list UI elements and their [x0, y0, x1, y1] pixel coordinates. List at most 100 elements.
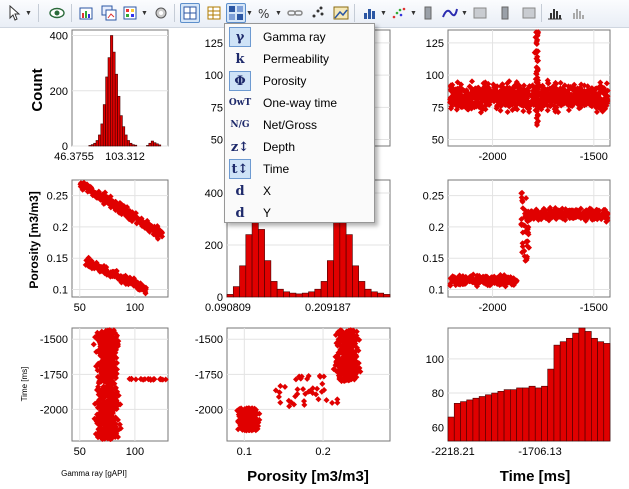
menu-item-gamma-ray[interactable]: γ Gamma ray [227, 26, 373, 48]
add-plot-icon[interactable] [77, 3, 97, 23]
histogram-bar [95, 140, 99, 147]
histogram-bar [295, 293, 303, 298]
menu-item-label: One-way time [263, 96, 338, 110]
gamma-histogram[interactable]: 020040046.3755 103.312 [50, 29, 169, 163]
time-histogram[interactable]: 60 80 100 -2218.21 -1706.13 [426, 327, 611, 458]
percent-axis-icon[interactable]: % [254, 3, 274, 23]
histogram-bar [528, 385, 536, 442]
histogram-bar [553, 344, 561, 442]
histogram-icon[interactable] [545, 3, 565, 23]
histogram-bar [547, 368, 555, 442]
cursor-select-icon[interactable] [4, 3, 24, 23]
histogram-bar [516, 387, 524, 442]
count-axis-title: Count [29, 68, 46, 111]
copy-plot-icon[interactable] [99, 3, 119, 23]
histogram-bar [572, 332, 580, 442]
histogram-bar [453, 403, 461, 442]
histogram-bar [497, 391, 505, 442]
rectangle-icon[interactable] [470, 3, 490, 23]
chevron-down-icon[interactable]: ▼ [141, 10, 148, 17]
menu-item-x[interactable]: dX [227, 180, 373, 202]
histogram-bar [491, 392, 499, 442]
chevron-down-icon[interactable]: ▼ [275, 10, 282, 17]
histogram-bar [383, 294, 391, 298]
chevron-down-icon[interactable]: ▼ [25, 10, 32, 17]
tick-label: 75 [211, 102, 223, 114]
porosity-bottom-axis-title: Porosity [m3/m3] [247, 468, 369, 485]
chevron-down-icon[interactable]: ▼ [246, 10, 253, 17]
tick-label: -2218.21 [431, 446, 474, 458]
histogram-bar [102, 104, 106, 147]
curve-icon[interactable] [440, 3, 460, 23]
svg-text:%: % [258, 7, 269, 21]
histogram-icon-2[interactable] [568, 3, 588, 23]
histogram-bar [276, 288, 284, 298]
tick-label: 0.25 [47, 191, 68, 203]
histogram-bar [245, 234, 253, 298]
histogram-bar [522, 387, 530, 442]
menu-item-permeability[interactable]: k Permeability [227, 48, 373, 70]
histogram-bar [100, 123, 104, 147]
histogram-bar [503, 389, 511, 442]
bar-icon[interactable] [418, 3, 438, 23]
tick-label: 100 [426, 354, 444, 366]
histogram-bar [466, 399, 474, 442]
histogram-bar [485, 394, 492, 442]
histogram-bar [345, 234, 353, 298]
tick-label: -2000 [40, 404, 68, 416]
histogram-bar [93, 142, 97, 147]
tick-label: -1500 [580, 302, 608, 314]
time-vs-gamma-top[interactable]: 50 75 100 125 -2000 -1500 [426, 29, 611, 163]
menu-item-label: Net/Gross [263, 118, 318, 132]
eye-icon[interactable] [47, 3, 67, 23]
histogram-bar [122, 126, 126, 147]
histogram-bar [270, 281, 278, 298]
histogram-bar [377, 292, 385, 298]
histogram-bar [370, 291, 378, 298]
histogram-settings-icon[interactable] [360, 3, 380, 23]
tick-label: 46.3755 [54, 151, 94, 163]
menu-item-time[interactable]: t↕ Time [227, 158, 373, 180]
tick-label: 100 [126, 446, 144, 458]
color-settings-icon[interactable] [120, 3, 140, 23]
menu-item-net-gross[interactable]: N/G Net/Gross [227, 114, 373, 136]
table-icon[interactable] [204, 3, 224, 23]
histogram-bar [472, 397, 480, 442]
property-dropdown-menu[interactable]: γ Gamma ray k Permeability Φ Porosity OwT One-w… [224, 23, 375, 223]
tick-label: -2000 [195, 404, 223, 416]
histogram-bar [603, 343, 611, 442]
menu-item-depth[interactable]: z↕ Depth [227, 136, 373, 158]
tick-label: 125 [426, 38, 444, 50]
histogram-bar [591, 337, 598, 442]
grid-layout-icon[interactable] [180, 3, 200, 23]
scatter-settings-icon[interactable] [389, 3, 409, 23]
time-vs-porosity[interactable]: -1500 -1750 -2000 0.1 0.2 [195, 327, 391, 458]
tick-label: 200 [50, 86, 68, 98]
menu-item-one-way-time[interactable]: OwT One-way time [227, 92, 373, 114]
link-icon[interactable] [285, 3, 305, 23]
histogram-bar [107, 57, 111, 147]
time-vs-gamma[interactable]: -1500 -1750 -2000 50 100 [40, 327, 169, 458]
points-icon[interactable] [308, 3, 328, 23]
settings-icon[interactable] [151, 3, 171, 23]
histogram-bar [129, 142, 133, 147]
histogram-bar [597, 341, 605, 442]
image-icon[interactable] [331, 3, 351, 23]
menu-item-y[interactable]: dY [227, 202, 373, 224]
histogram-bar [314, 288, 322, 298]
histogram-bar [559, 341, 567, 442]
bar-icon-2[interactable] [495, 3, 515, 23]
tick-label: -1500 [580, 151, 608, 163]
porosity-vs-time[interactable]: 0.1 0.15 0.2 0.25 -2000 -1500 [423, 179, 611, 314]
histogram-bar [239, 265, 247, 298]
tick-label: 100 [126, 302, 144, 314]
chevron-down-icon[interactable]: ▼ [461, 10, 468, 17]
menu-item-porosity[interactable]: Φ Porosity [227, 70, 373, 92]
plot-matrix-icon[interactable] [226, 3, 246, 23]
time-bottom-axis-title: Time [ms] [500, 468, 571, 485]
tick-label: 75 [432, 102, 444, 114]
chevron-down-icon[interactable]: ▼ [380, 10, 387, 17]
chevron-down-icon[interactable]: ▼ [410, 10, 417, 17]
gamma-vs-porosity[interactable]: 0.1 0.15 0.2 0.25 50 100 [47, 179, 169, 314]
rectangle-icon-2[interactable] [519, 3, 539, 23]
